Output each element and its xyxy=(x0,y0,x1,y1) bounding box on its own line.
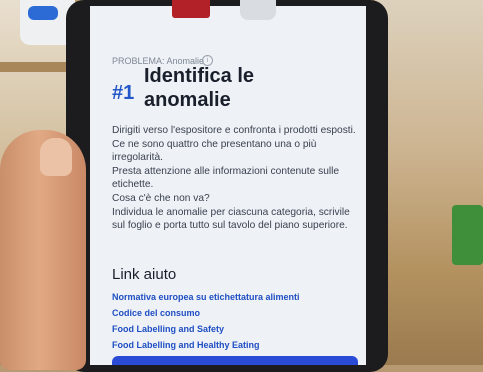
instruction-paragraph: Presta attenzione alle informazioni cont… xyxy=(112,165,340,191)
right-shelf xyxy=(375,0,483,365)
screen-top-edge xyxy=(90,0,366,6)
instructions: Dirigiti verso l'espositore e confronta … xyxy=(112,124,362,233)
instruction-paragraph: Dirigiti verso l'espositore e confronta … xyxy=(112,125,356,164)
product-image-red xyxy=(172,0,210,18)
problem-number: #1 xyxy=(112,82,135,104)
product-image-white xyxy=(240,0,276,20)
action-button[interactable] xyxy=(112,356,358,365)
instruction-paragraph: Cosa c'è che non va? xyxy=(112,192,210,204)
link-eu-labelling-regulation[interactable]: Normativa europea su etichettatura alime… xyxy=(112,292,300,302)
thumbnail-nail xyxy=(40,138,72,176)
page-title: Identifica le anomalie xyxy=(144,65,255,111)
link-food-labelling-safety[interactable]: Food Labelling and Safety xyxy=(112,324,224,334)
instruction-paragraph: Individua le anomalie per ciascuna categ… xyxy=(112,206,350,232)
link-consumer-code[interactable]: Codice del consumo xyxy=(112,308,200,318)
tablet-screen: PROBLEMA: Anomalie i #1 Identifica le an… xyxy=(90,0,366,365)
link-food-labelling-healthy-eating[interactable]: Food Labelling and Healthy Eating xyxy=(112,340,260,350)
links-heading: Link aiuto xyxy=(112,266,177,283)
jar-label xyxy=(28,6,58,20)
green-package xyxy=(452,205,483,265)
